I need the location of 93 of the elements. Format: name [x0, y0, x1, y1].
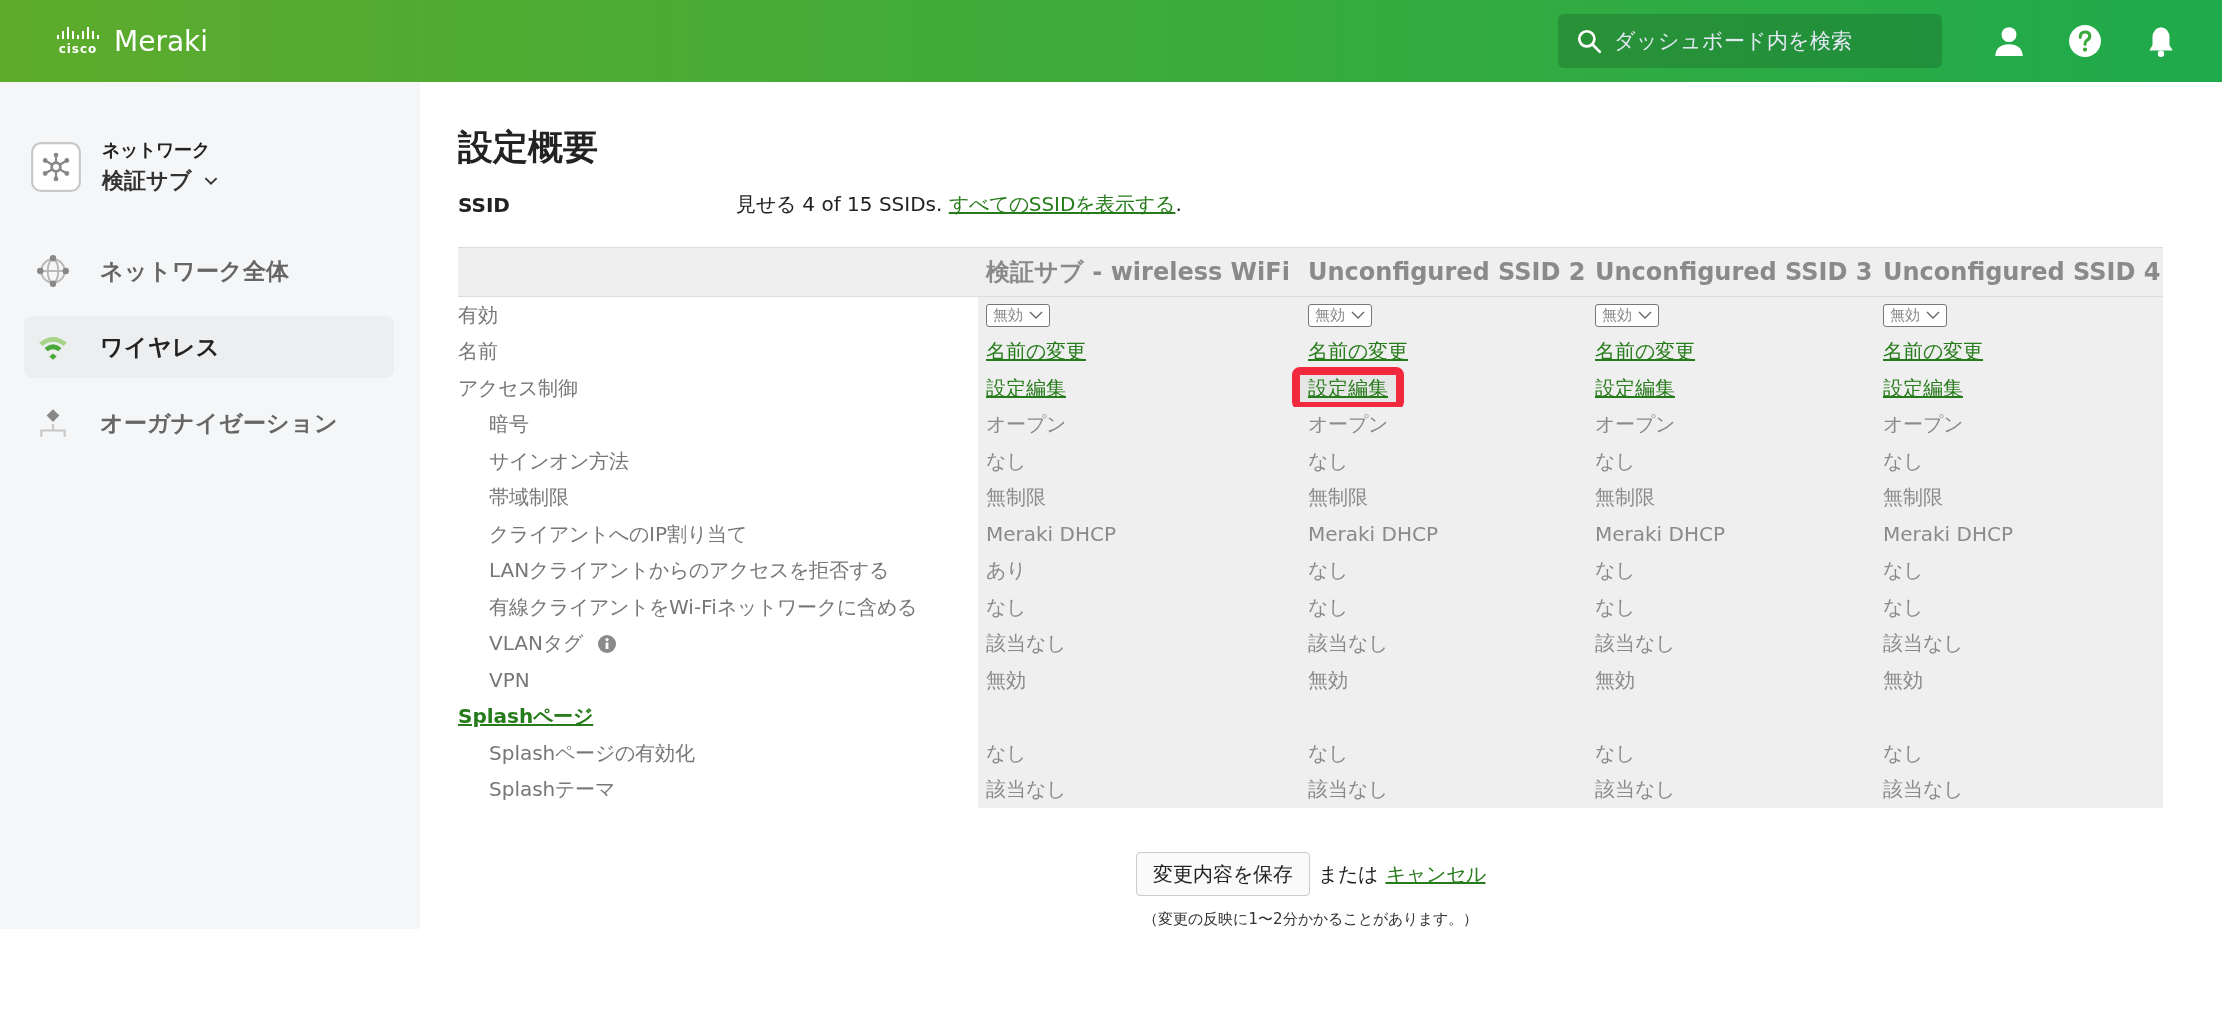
cell-value: なし	[1883, 593, 1923, 621]
cell-value: なし	[1595, 557, 1635, 585]
show-all-link[interactable]: すべてのSSIDを表示する	[948, 192, 1176, 216]
cell-value: オープン	[1883, 411, 1963, 439]
cell-value: 該当なし	[1883, 776, 1963, 804]
cell-value: 無効	[1308, 666, 1348, 694]
cell-value: なし	[986, 447, 1026, 475]
logo-text: cisco	[58, 42, 98, 56]
caret-icon	[1638, 311, 1652, 320]
cell-value: なし	[1308, 739, 1348, 767]
status-dropdown[interactable]: 無効	[1883, 303, 1947, 327]
cell-value: 無制限	[1883, 484, 1943, 512]
sidebar-item[interactable]: オーガナイゼーション	[24, 392, 394, 454]
cell-value: オープン	[1308, 411, 1388, 439]
row-label: VLANタグ	[489, 630, 583, 658]
row-label: VPN	[489, 668, 530, 693]
cell-value: なし	[1308, 557, 1348, 585]
brand-name: Meraki	[114, 24, 209, 58]
column-header: Unconfigured SSID 3	[1587, 248, 1875, 297]
cell-value: 無制限	[986, 484, 1046, 512]
network-hub-icon	[30, 141, 82, 193]
or-text: または	[1317, 860, 1378, 888]
help-icon[interactable]	[2068, 24, 2102, 58]
cell-value: 該当なし	[1308, 776, 1388, 804]
row-label: 帯域制限	[489, 484, 569, 512]
cell-value: Meraki DHCP	[1595, 522, 1725, 547]
row-label: アクセス制御	[458, 374, 578, 402]
cancel-link[interactable]: キャンセル	[1385, 860, 1486, 888]
row-label: 暗号	[489, 411, 529, 439]
caret-icon	[1029, 311, 1043, 320]
user-icon[interactable]	[1992, 24, 2026, 58]
status-dropdown[interactable]: 無効	[986, 303, 1050, 327]
cell-value: 無制限	[1595, 484, 1655, 512]
sidebar-item[interactable]: ワイヤレス	[24, 316, 394, 378]
network-caption: ネットワーク	[102, 138, 211, 162]
cell-value: 該当なし	[1595, 630, 1675, 658]
ssid-label: SSID	[458, 192, 511, 217]
cell-value: あり	[986, 557, 1026, 585]
edit-link[interactable]: 設定編集	[1308, 375, 1388, 400]
row-label: サインオン方法	[489, 447, 629, 475]
cell-value: 無制限	[1308, 484, 1368, 512]
note-text: （変更の反映に1〜2分かかることがあります。）	[1143, 910, 1478, 929]
cell-value: Meraki DHCP	[1308, 522, 1438, 547]
cell-value: 無効	[1883, 666, 1923, 694]
search-icon	[1576, 28, 1602, 54]
cell-value: オープン	[1595, 411, 1675, 439]
status-dropdown[interactable]: 無効	[1308, 303, 1372, 327]
cell-value: 無効	[1595, 666, 1635, 694]
cell-value: 該当なし	[1308, 630, 1388, 658]
cell-value: なし	[1883, 447, 1923, 475]
column-header: 検証サブ - wireless WiFi	[978, 248, 1300, 297]
column-header: Unconfigured SSID 2	[1300, 248, 1587, 297]
column-header: Unconfigured SSID 4	[1875, 248, 2163, 297]
sidebar-item[interactable]: ネットワーク全体	[24, 240, 394, 302]
cell-value: なし	[1883, 739, 1923, 767]
row-label: Splashテーマ	[489, 776, 616, 804]
cell-value: 該当なし	[986, 776, 1066, 804]
cell-value: 該当なし	[1595, 776, 1675, 804]
cell-value: なし	[1595, 447, 1635, 475]
cell-value: なし	[1308, 447, 1348, 475]
network-selector[interactable]: ネットワーク 検証サブ	[24, 138, 394, 196]
row-label: クライアントへのIP割り当て	[489, 520, 747, 548]
cell-value: Meraki DHCP	[986, 522, 1116, 547]
ssid-summary: 見せる 4 of 15 SSIDs. すべてのSSIDを表示する.	[736, 191, 1182, 218]
cell-value: オープン	[986, 411, 1066, 439]
caret-icon	[1926, 311, 1940, 320]
globe-icon	[36, 254, 70, 288]
cell-value: なし	[1883, 557, 1923, 585]
search-bar[interactable]: ダッシュボード内を検索	[1558, 14, 1942, 68]
chevron-down-icon	[204, 176, 218, 186]
section-link[interactable]: Splashページ	[458, 703, 594, 731]
cell-value: 該当なし	[986, 630, 1066, 658]
bars-icon	[56, 26, 100, 40]
row-label: 名前	[458, 338, 498, 366]
cell-value: なし	[986, 593, 1026, 621]
cell-value: 無効	[986, 666, 1026, 694]
cell-value: Meraki DHCP	[1883, 522, 2013, 547]
row-label: 有線クライアントをWi-Fiネットワークに含める	[489, 593, 917, 621]
network-name: 検証サブ	[102, 167, 192, 195]
row-label: Splashページの有効化	[489, 739, 696, 767]
row-label: 有効	[458, 301, 498, 329]
page-title: 設定概要	[458, 126, 599, 169]
save-button[interactable]: 変更内容を保存	[1135, 852, 1310, 896]
cell-value: 該当なし	[1883, 630, 1963, 658]
cell-value: なし	[1595, 593, 1635, 621]
row-label: LANクライアントからのアクセスを拒否する	[489, 557, 890, 585]
cell-value: なし	[1308, 593, 1348, 621]
edit-link[interactable]: 設定編集	[986, 374, 1066, 402]
status-dropdown[interactable]: 無効	[1595, 303, 1659, 327]
cell-value: なし	[986, 739, 1026, 767]
search-field[interactable]: ダッシュボード内を検索	[1612, 28, 1924, 54]
cell-value: なし	[1595, 739, 1635, 767]
caret-icon	[1351, 311, 1365, 320]
